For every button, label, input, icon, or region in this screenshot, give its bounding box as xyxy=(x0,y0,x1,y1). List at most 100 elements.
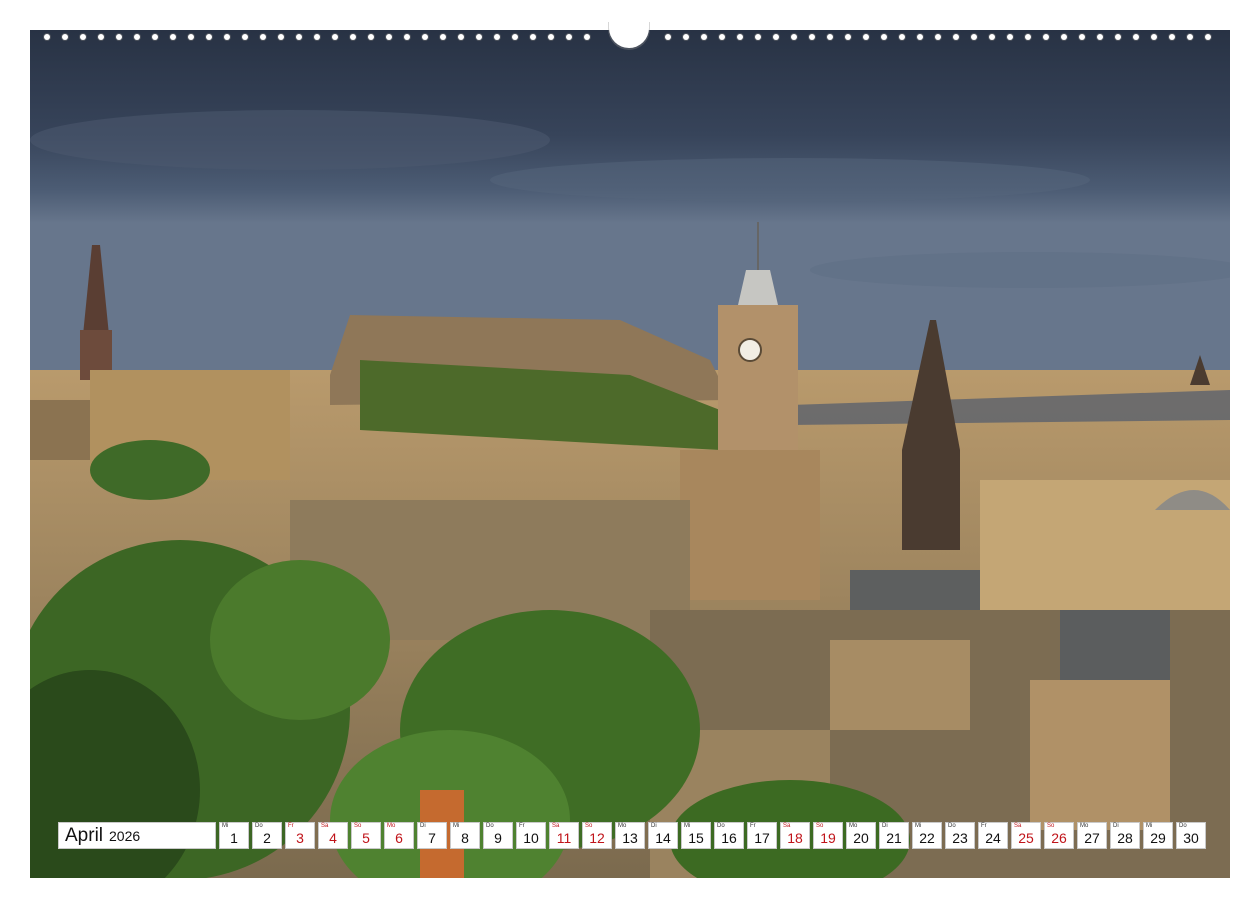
binding-hole xyxy=(989,34,995,40)
day-number: 20 xyxy=(853,830,869,846)
day-number: 18 xyxy=(787,830,803,846)
day-cell: Fr 24 xyxy=(978,822,1008,849)
day-cell: Fr 17 xyxy=(747,822,777,849)
day-number: 13 xyxy=(622,830,638,846)
weekday-label: Sa xyxy=(552,823,560,829)
day-number: 25 xyxy=(1018,830,1034,846)
binding-hole xyxy=(224,34,230,40)
tree xyxy=(90,440,210,500)
binding-hole xyxy=(332,34,338,40)
binding-hole xyxy=(584,34,590,40)
day-number: 9 xyxy=(494,830,502,846)
weekday-label: Di xyxy=(420,823,426,829)
chimney-block xyxy=(830,640,970,730)
binding-hole xyxy=(494,34,500,40)
day-number: 14 xyxy=(655,830,671,846)
day-number: 16 xyxy=(721,830,737,846)
day-number: 22 xyxy=(919,830,935,846)
binding-hole xyxy=(683,34,689,40)
day-number: 21 xyxy=(886,830,902,846)
binding-hole xyxy=(152,34,158,40)
skyline-illustration xyxy=(30,30,1230,878)
weekday-label: Mi xyxy=(915,823,922,829)
binding-hole xyxy=(350,34,356,40)
binding-hole xyxy=(278,34,284,40)
binding-hole xyxy=(899,34,905,40)
day-cell: Mo 13 xyxy=(615,822,645,849)
day-cell: So 19 xyxy=(813,822,843,849)
weekday-label: Fr xyxy=(288,823,294,829)
binding-hole xyxy=(1115,34,1121,40)
binding-hole xyxy=(80,34,86,40)
binding-hole xyxy=(1151,34,1157,40)
building xyxy=(30,400,90,460)
day-cell: Mo 6 xyxy=(384,822,414,849)
weekday-label: So xyxy=(816,823,824,829)
binding-hole xyxy=(791,34,797,40)
clock-face xyxy=(738,338,762,362)
day-cell: Sa 25 xyxy=(1011,822,1041,849)
weekday-label: So xyxy=(1047,823,1055,829)
day-cell: Mi 8 xyxy=(450,822,480,849)
binding-hole xyxy=(719,34,725,40)
cloud xyxy=(30,110,550,170)
binding-hole xyxy=(404,34,410,40)
hotel-building xyxy=(680,450,820,600)
day-cell: Do 23 xyxy=(945,822,975,849)
binding-hole xyxy=(458,34,464,40)
weekday-label: Di xyxy=(1113,823,1119,829)
day-number: 17 xyxy=(754,830,770,846)
chimney-block xyxy=(1030,680,1170,830)
binding-hole xyxy=(170,34,176,40)
weekday-label: So xyxy=(354,823,362,829)
weekday-label: Fr xyxy=(750,823,756,829)
binding-hole xyxy=(260,34,266,40)
cloud xyxy=(490,158,1090,202)
binding-hole xyxy=(44,34,50,40)
weekday-label: Do xyxy=(717,823,725,829)
day-number: 6 xyxy=(395,830,403,846)
day-cell: Do 30 xyxy=(1176,822,1206,849)
binding-hole xyxy=(737,34,743,40)
day-cell: Di 21 xyxy=(879,822,909,849)
binding-hole xyxy=(1007,34,1013,40)
day-cell: Mo 20 xyxy=(846,822,876,849)
binding-hole xyxy=(1025,34,1031,40)
day-number: 23 xyxy=(952,830,968,846)
binding-hole xyxy=(530,34,536,40)
day-cell: Mo 27 xyxy=(1077,822,1107,849)
day-number: 5 xyxy=(362,830,370,846)
weekday-label: Sa xyxy=(321,823,329,829)
binding-hole xyxy=(863,34,869,40)
day-cell: Di 7 xyxy=(417,822,447,849)
calendar-strip: April 2026 Mi 1 Do 2 Fr 3 Sa 4 So 5 Mo 6 Di 7 Mi 8 Do 9 Fr… xyxy=(58,822,1206,849)
day-cell: Di 28 xyxy=(1110,822,1140,849)
day-cell: Do 9 xyxy=(483,822,513,849)
binding-hole xyxy=(314,34,320,40)
cloud xyxy=(810,252,1230,288)
weekday-label: Di xyxy=(882,823,888,829)
day-number: 1 xyxy=(230,830,238,846)
binding-hole xyxy=(1043,34,1049,40)
month-label: April 2026 xyxy=(58,822,216,849)
month-name: April xyxy=(65,825,104,846)
day-number: 10 xyxy=(523,830,539,846)
weekday-label: Do xyxy=(255,823,263,829)
day-cell: So 26 xyxy=(1044,822,1074,849)
binding-hole xyxy=(773,34,779,40)
binding-hole xyxy=(188,34,194,40)
weekday-label: Mo xyxy=(1080,823,1089,829)
roof xyxy=(1060,610,1170,680)
binding-hole xyxy=(809,34,815,40)
binding-hole xyxy=(701,34,707,40)
day-cell: Sa 18 xyxy=(780,822,810,849)
weekday-label: Fr xyxy=(981,823,987,829)
day-cell: Fr 3 xyxy=(285,822,315,849)
binding-hole xyxy=(566,34,572,40)
weekday-label: Mo xyxy=(618,823,627,829)
binding-hole xyxy=(665,34,671,40)
day-cell: Mi 22 xyxy=(912,822,942,849)
day-cell: Mi 1 xyxy=(219,822,249,849)
edinburgh-skyline-photo xyxy=(30,30,1230,878)
binding-hole xyxy=(881,34,887,40)
